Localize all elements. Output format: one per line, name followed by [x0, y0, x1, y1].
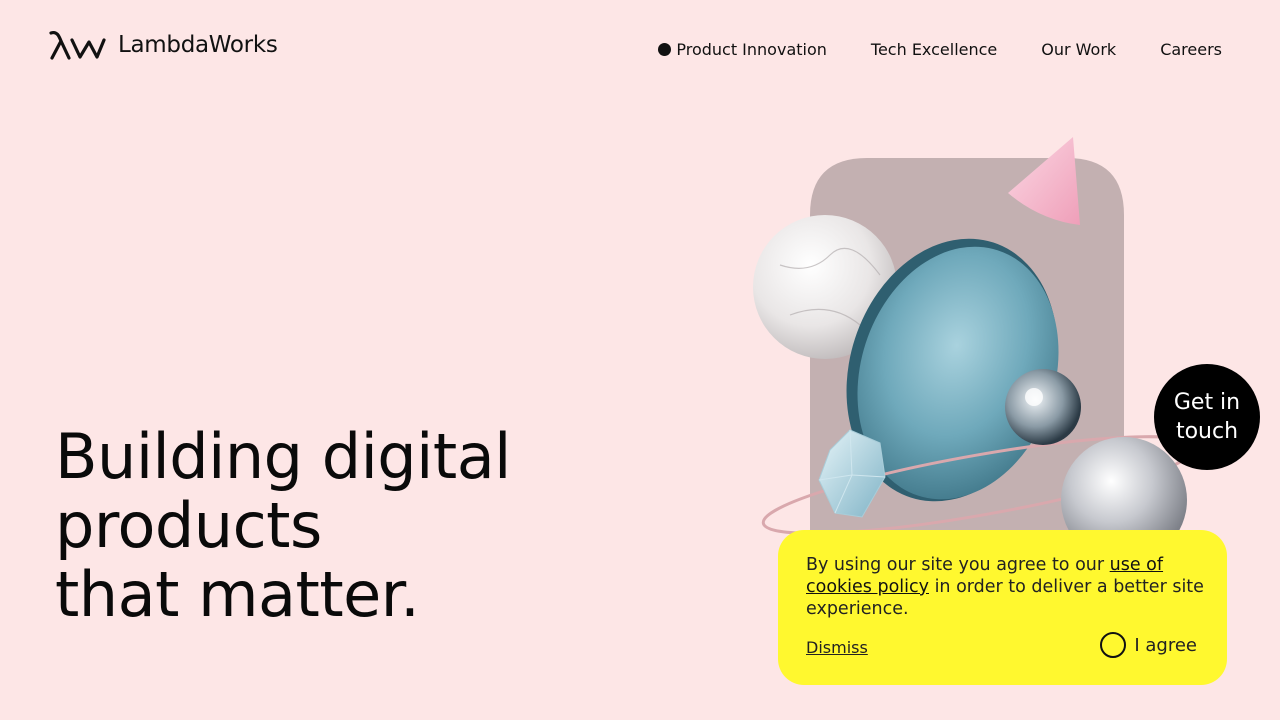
hero-illustration: [740, 125, 1220, 565]
cookie-message: By using our site you agree to our use o…: [806, 554, 1204, 620]
nav-item-our-work[interactable]: Our Work: [1041, 40, 1116, 59]
site-header: LambdaWorks Product Innovation Tech Exce…: [0, 0, 1280, 100]
nav-item-label: Our Work: [1041, 40, 1117, 59]
dismiss-button[interactable]: Dismiss: [806, 638, 868, 657]
circle-checkbox-icon: [1100, 632, 1127, 658]
active-dot-icon: [658, 43, 672, 56]
abstract-3d-shapes-illustration: [753, 137, 1199, 565]
nav-item-careers[interactable]: Careers: [1160, 40, 1222, 59]
hero-title: Building digital products that matter.: [55, 422, 511, 629]
hero-title-line: that matter.: [55, 558, 420, 631]
logo[interactable]: LambdaWorks: [48, 30, 278, 60]
cookie-text-before: By using our site you agree to our: [806, 555, 1110, 575]
nav-item-label: Tech Excellence: [870, 40, 998, 59]
hero-title-line: products: [55, 489, 322, 562]
nav-item-label: Product Innovation: [676, 40, 827, 59]
agree-button[interactable]: I agree: [1100, 632, 1197, 658]
cookie-banner: By using our site you agree to our use o…: [778, 530, 1227, 685]
get-in-touch-button[interactable]: Get in touch: [1154, 364, 1260, 470]
nav-item-tech-excellence[interactable]: Tech Excellence: [871, 40, 997, 59]
nav-item-label: Careers: [1160, 40, 1222, 59]
cta-label-line: Get in: [1173, 390, 1241, 415]
main-nav: Product Innovation Tech Excellence Our W…: [614, 40, 1222, 59]
agree-label: I agree: [1134, 634, 1197, 656]
lambdaworks-logo-icon: [49, 30, 106, 60]
hero-title-line: Building digital: [55, 420, 511, 493]
nav-item-product-innovation[interactable]: Product Innovation: [658, 40, 827, 59]
cta-label-line: touch: [1175, 419, 1239, 444]
brand-name: LambdaWorks: [118, 32, 278, 58]
